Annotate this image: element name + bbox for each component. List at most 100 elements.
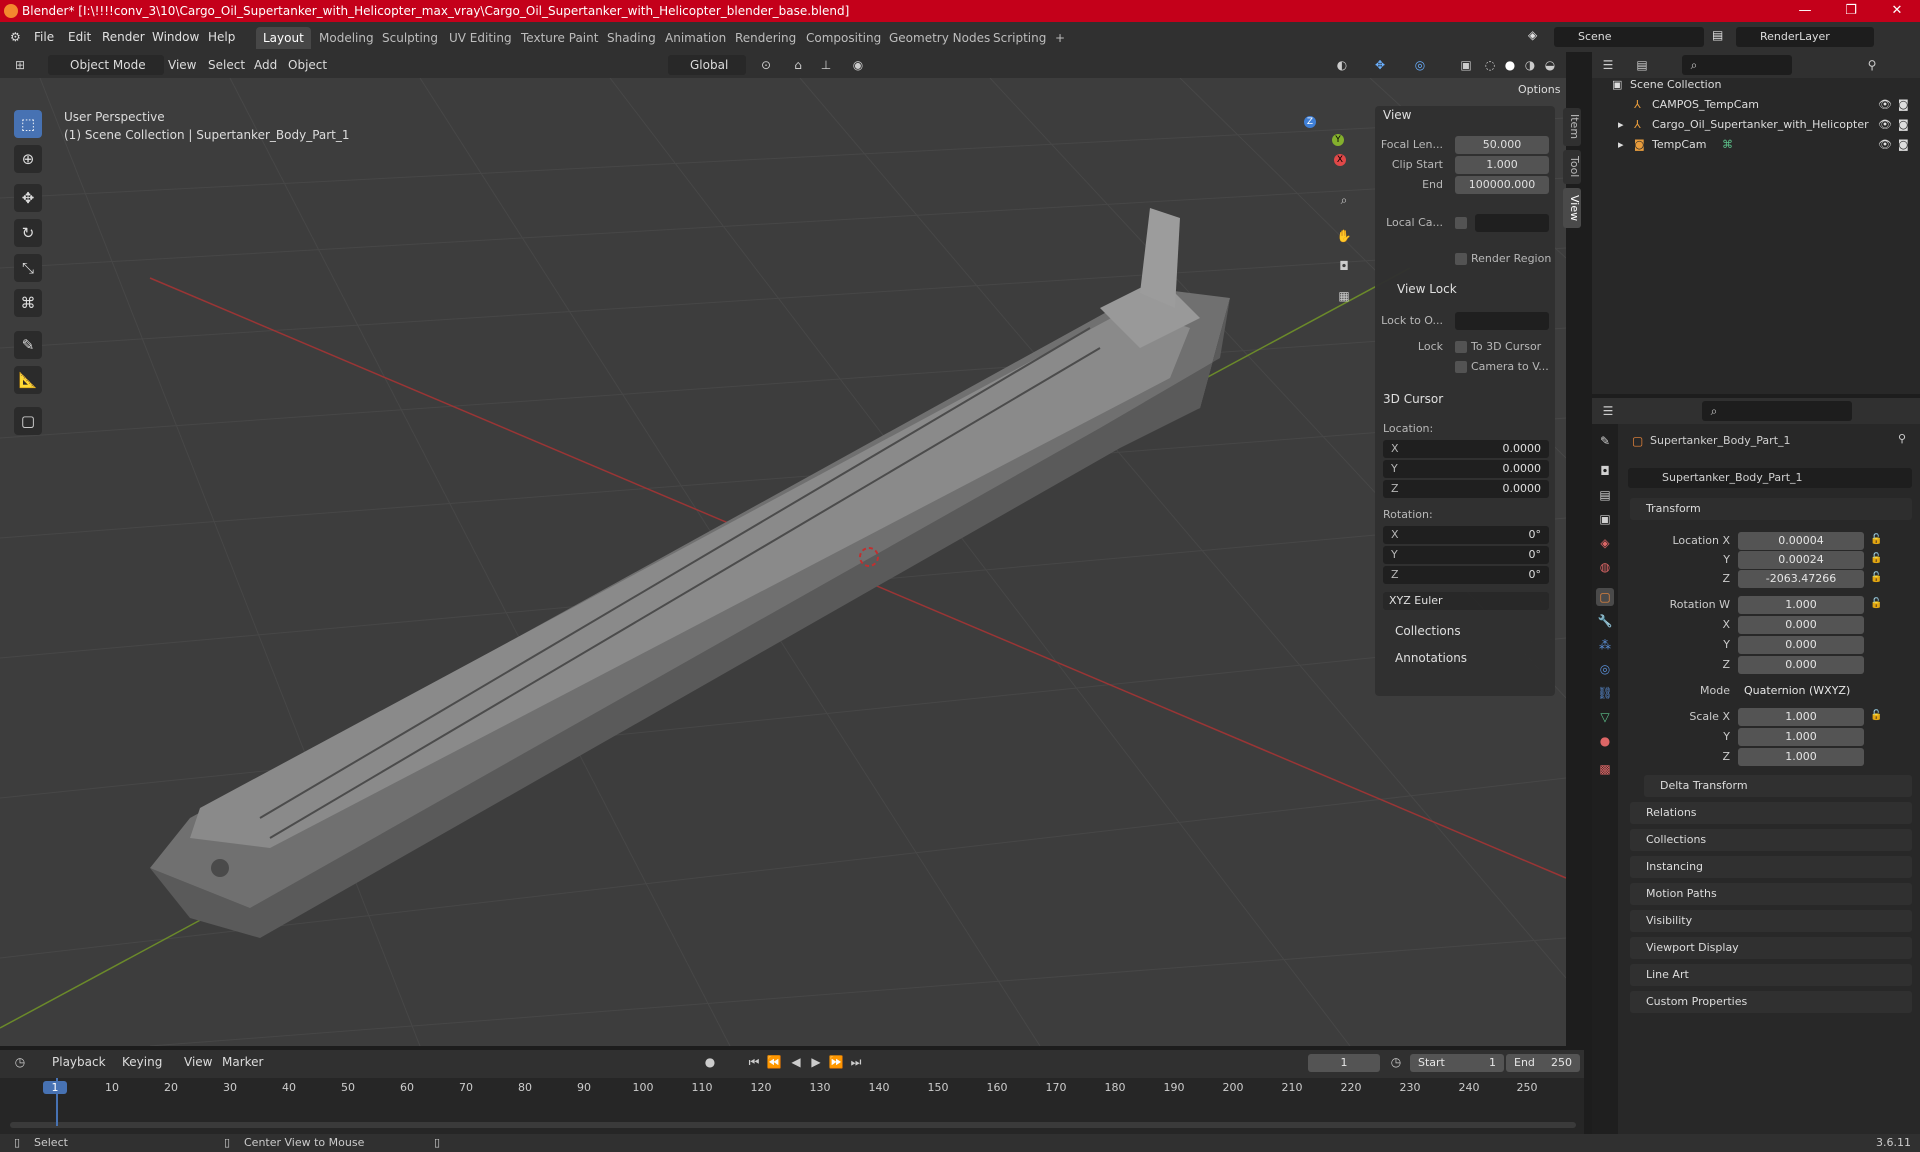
line-art-section[interactable]: Line Art [1630,964,1912,986]
render-layer-selector[interactable]: RenderLayer [1736,27,1874,47]
location-z-field[interactable]: -2063.47266 [1738,570,1864,588]
end-frame-field[interactable]: End 250 [1506,1054,1580,1072]
outliner-row[interactable]: ⅄ CAMPOS_TempCam 👁 ◙ [1592,95,1920,115]
filter-icon[interactable]: ⚲ [1862,55,1882,75]
constraints-tab-icon[interactable]: ⛓ [1596,684,1614,702]
outliner-editor-icon[interactable]: ☰ [1598,55,1618,75]
jump-start-icon[interactable]: ⏮ [744,1052,764,1072]
camera-render-icon[interactable]: ◙ [1898,135,1909,155]
lock-icon[interactable]: 🔓 [1870,598,1882,609]
next-keyframe-icon[interactable]: ⏩ [826,1052,846,1072]
wireframe-shading-icon[interactable]: ◌ [1480,55,1500,75]
modifier-tab-icon[interactable]: 🔧 [1596,612,1614,630]
render-region-checkbox[interactable] [1455,253,1467,265]
tab-uv-editing[interactable]: UV Editing [442,27,519,49]
timeline-editor-icon[interactable]: ◷ [10,1052,30,1072]
material-tab-icon[interactable]: ● [1596,732,1614,750]
tab-rendering[interactable]: Rendering [728,27,803,49]
tab-compositing[interactable]: Compositing [799,27,888,49]
editor-type-icon[interactable]: ⊞ [10,55,30,75]
camera-view-icon[interactable]: ◘ [1334,256,1354,276]
ortho-grid-icon[interactable]: ▦ [1334,286,1354,306]
rotation-z-field[interactable]: 0.000 [1738,656,1864,674]
jump-end-icon[interactable]: ⏭ [846,1052,866,1072]
tab-sculpting[interactable]: Sculpting [375,27,445,49]
cursor-tool[interactable]: ⊕ [14,145,42,173]
pan-hand-icon[interactable]: ✋ [1334,226,1354,246]
scale-z-field[interactable]: 1.000 [1738,748,1864,766]
material-shading-icon[interactable]: ◑ [1520,55,1540,75]
menu-playback[interactable]: Playback [52,1052,106,1072]
camera-render-icon[interactable]: ◙ [1898,115,1909,135]
orientation-dropdown[interactable]: Global [668,55,747,75]
rotation-y-field[interactable]: 0.000 [1738,636,1864,654]
output-tab-icon[interactable]: ▤ [1596,486,1614,504]
view-lock-header[interactable]: View Lock [1397,282,1457,296]
object-name-field[interactable]: Supertanker_Body_Part_1 [1628,468,1912,488]
tab-layout[interactable]: Layout [256,27,311,49]
sidebar-tab-item[interactable]: Item [1563,108,1581,146]
gizmo-y-axis[interactable]: Y [1332,134,1344,146]
add-workspace-button[interactable]: + [1048,27,1072,49]
gizmo-x-axis[interactable]: X [1334,154,1346,166]
pin-icon[interactable]: ⚲ [1898,432,1906,445]
timeline-scrollbar[interactable] [10,1122,1576,1128]
camera-render-icon[interactable]: ◙ [1898,95,1909,115]
menu-view[interactable]: View [184,1052,212,1072]
view-layer-tab-icon[interactable]: ▣ [1596,510,1614,528]
display-mode-icon[interactable]: ▤ [1632,55,1652,75]
sidebar-tab-view[interactable]: View [1563,188,1581,228]
snap-icon[interactable]: ⌂ [788,55,808,75]
mode-dropdown[interactable]: Object Mode [48,55,164,75]
instancing-section[interactable]: Instancing [1630,856,1912,878]
zoom-icon[interactable]: ⌕ [1334,190,1354,210]
object-tab-icon[interactable]: ▢ [1596,588,1614,606]
menu-add[interactable]: Add [254,55,277,75]
rotation-w-field[interactable]: 1.000 [1738,596,1864,614]
camera-to-view-checkbox[interactable] [1455,361,1467,373]
expand-arrow-icon[interactable]: ▸ [1618,135,1624,155]
snap-target-icon[interactable]: ⊥ [816,55,836,75]
scale-tool[interactable]: ⤡ [14,254,42,282]
cursor-location-z[interactable]: Z 0.0000 [1383,480,1549,498]
menu-object[interactable]: Object [288,55,327,75]
sidebar-tab-tool[interactable]: Tool [1563,150,1581,184]
properties-editor-icon[interactable]: ☰ [1598,401,1618,421]
collections-section-header[interactable]: Collections [1395,624,1461,638]
options-dropdown[interactable]: Options [1518,80,1560,100]
visibility-section[interactable]: Visibility [1630,910,1912,932]
add-cube-tool[interactable]: ▢ [14,407,42,435]
tool-tab-icon[interactable]: ✎ [1596,432,1614,450]
menu-help[interactable]: Help [208,30,235,44]
menu-render[interactable]: Render [102,30,145,44]
rotation-mode-dropdown[interactable]: Quaternion (WXYZ) [1738,682,1864,700]
visibility-icon[interactable]: ◐ [1332,55,1352,75]
maximize-button[interactable]: ❐ [1828,0,1874,22]
outliner-row-scene-collection[interactable]: ▣ Scene Collection [1592,75,1920,95]
outliner-row[interactable]: ▸ ⅄ Cargo_Oil_Supertanker_with_Helicopte… [1592,115,1920,135]
menu-keying[interactable]: Keying [122,1052,162,1072]
motion-paths-section[interactable]: Motion Paths [1630,883,1912,905]
physics-tab-icon[interactable]: ◎ [1596,660,1614,678]
render-tab-icon[interactable]: ◘ [1596,462,1614,480]
rendered-shading-icon[interactable]: ◒ [1540,55,1560,75]
custom-properties-section[interactable]: Custom Properties [1630,991,1912,1013]
measure-tool[interactable]: 📐 [14,366,42,394]
delta-transform-section[interactable]: Delta Transform [1644,775,1912,797]
cursor-location-y[interactable]: Y 0.0000 [1383,460,1549,478]
menu-edit[interactable]: Edit [68,30,91,44]
outliner-row[interactable]: ▸ ◙ TempCam ⌘ 👁 ◙ [1592,135,1920,155]
tab-animation[interactable]: Animation [658,27,733,49]
proportional-edit-icon[interactable]: ◉ [848,55,868,75]
lock-3d-cursor-checkbox[interactable] [1455,341,1467,353]
blender-menu-icon[interactable]: ⚙ [10,30,21,44]
lock-icon[interactable]: 🔓 [1870,553,1882,564]
lock-icon[interactable]: 🔓 [1870,572,1882,583]
eye-icon[interactable]: 👁 [1878,115,1892,135]
menu-select[interactable]: Select [208,55,245,75]
gizmo-z-axis[interactable]: Z [1304,116,1316,128]
minimize-button[interactable]: — [1782,0,1828,22]
eye-icon[interactable]: 👁 [1878,95,1892,115]
scene-tab-icon[interactable]: ◈ [1596,534,1614,552]
tab-texture-paint[interactable]: Texture Paint [514,27,605,49]
